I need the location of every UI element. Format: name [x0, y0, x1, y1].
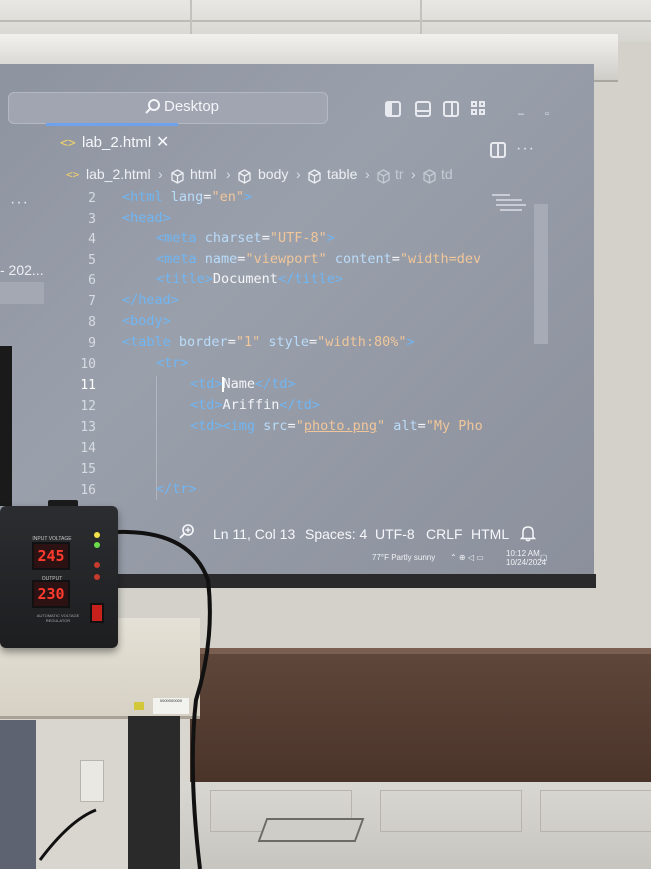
line-number: 5	[88, 253, 96, 268]
maximize-button[interactable]: ▫	[545, 108, 549, 120]
chevron-right-icon: ›	[226, 166, 231, 182]
breadcrumb-table[interactable]: table	[327, 166, 357, 182]
breadcrumb-tr[interactable]: tr	[395, 166, 404, 182]
line-number: 3	[88, 212, 96, 227]
language-mode[interactable]: HTML	[471, 526, 509, 542]
line-number: 10	[80, 357, 96, 372]
line-number: 7	[88, 294, 96, 309]
chevron-right-icon: ›	[158, 166, 163, 182]
code-line-6: <title>Document</title>	[156, 271, 343, 287]
code-line-5: <meta name="viewport" content="width=dev	[156, 251, 482, 267]
minimap-line	[496, 199, 522, 201]
html-file-icon: <>	[60, 136, 76, 151]
minimap-line	[500, 209, 522, 211]
projected-editor-window: Desktop – ▫ ··· <> lab_2.html ✕ ··· <> l…	[0, 64, 594, 576]
breadcrumb-file[interactable]: lab_2.html	[86, 166, 151, 182]
chevron-right-icon: ›	[411, 166, 416, 182]
element-cube-icon	[171, 169, 184, 184]
code-line-11: <td>Name</td>	[190, 376, 296, 392]
minimap-line	[492, 194, 510, 196]
code-line-16: </tr>	[156, 481, 197, 497]
tab-label: lab_2.html	[82, 134, 152, 151]
code-line-3: <head>	[122, 210, 171, 226]
split-editor-icon[interactable]	[490, 142, 506, 158]
power-cable	[38, 529, 212, 869]
code-line-13: <td><img src="photo.png" alt="My Pho	[190, 418, 483, 434]
floor-tile	[540, 790, 651, 832]
file-encoding[interactable]: UTF-8	[375, 526, 415, 542]
element-cube-icon	[423, 169, 436, 184]
system-tray-icons[interactable]: ⌃ ⊕ ◁ ▭	[450, 553, 484, 562]
chevron-right-icon: ›	[296, 166, 301, 182]
line-number: 6	[88, 273, 96, 288]
minimap-line	[496, 204, 526, 206]
indentation-setting[interactable]: Spaces: 4	[305, 526, 367, 542]
line-number: 8	[88, 315, 96, 330]
element-cube-icon	[377, 169, 390, 184]
code-line-9: <table border="1" style="width:80%">	[122, 334, 415, 350]
line-number: 4	[88, 232, 96, 247]
code-line-7: </head>	[122, 292, 179, 308]
search-icon	[145, 99, 160, 114]
element-cube-icon	[238, 169, 251, 184]
toggle-panel-icon[interactable]	[415, 101, 431, 117]
floor-tile	[380, 790, 522, 832]
end-of-line-sequence[interactable]: CRLF	[426, 526, 463, 542]
line-number: 16	[80, 483, 96, 498]
monitor-edge	[0, 346, 12, 506]
line-number: 14	[80, 441, 96, 456]
weather-widget[interactable]: 77°F Partly sunny	[372, 553, 435, 562]
close-tab-icon[interactable]: ✕	[156, 132, 169, 152]
editor-more-actions[interactable]: ···	[516, 140, 535, 158]
line-number: 12	[80, 399, 96, 414]
html-file-icon: <>	[66, 168, 80, 181]
notifications-bell-icon[interactable]	[520, 524, 536, 542]
text-cursor	[222, 377, 224, 392]
minimap[interactable]	[490, 192, 530, 222]
command-center-search[interactable]: Desktop	[8, 92, 328, 124]
link-photo-png: photo.png	[303, 418, 377, 434]
code-line-12: <td>Ariffin</td>	[190, 397, 321, 413]
minimize-button[interactable]: –	[518, 108, 524, 120]
ceiling-grid-line	[0, 20, 651, 22]
chevron-right-icon: ›	[365, 166, 370, 182]
code-line-4: <meta charset="UTF-8">	[156, 230, 335, 246]
element-cube-icon	[308, 169, 321, 184]
customize-layout-icon[interactable]	[471, 101, 487, 117]
breadcrumb-td[interactable]: td	[441, 166, 453, 182]
toggle-primary-sidebar-icon[interactable]	[385, 101, 401, 117]
floor-vent	[257, 818, 365, 842]
sidebar-selected-row	[0, 282, 44, 304]
line-number: 13	[80, 420, 96, 435]
line-number: 9	[88, 336, 96, 351]
code-line-8: <body>	[122, 313, 171, 329]
code-line-2: <html lang="en">	[122, 189, 253, 205]
sidebar-more-actions[interactable]: ···	[10, 194, 29, 212]
code-line-10: <tr>	[156, 355, 189, 371]
breadcrumb-html[interactable]: html	[190, 166, 216, 182]
line-number: 15	[80, 462, 96, 477]
line-number-active: 11	[80, 378, 96, 393]
breadcrumb-body[interactable]: body	[258, 166, 288, 182]
line-number: 2	[88, 191, 96, 206]
toggle-secondary-sidebar-icon[interactable]	[443, 101, 459, 117]
vertical-scrollbar[interactable]	[534, 204, 548, 344]
notification-center-icon[interactable]: ▢	[540, 553, 548, 562]
clock-time[interactable]: 10:12 AM	[506, 549, 540, 558]
search-placeholder: Desktop	[164, 98, 220, 115]
sidebar-item-label[interactable]: - 202...	[0, 262, 44, 278]
